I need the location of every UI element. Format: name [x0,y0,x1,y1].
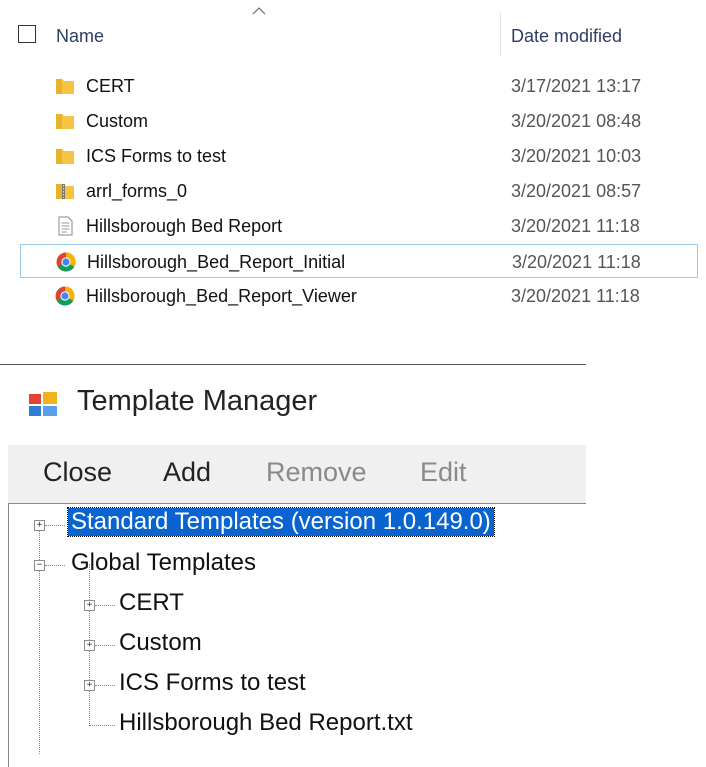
tree-node-standard-templates[interactable]: Standard Templates (version 1.0.149.0) [67,507,495,537]
tree-node-hillsborough-bed-report[interactable]: Hillsborough Bed Report.txt [119,709,412,737]
file-date: 3/20/2021 11:18 [512,252,641,272]
file-date: 3/17/2021 13:17 [511,76,642,96]
select-all-checkbox[interactable] [18,25,36,43]
window-title: Template Manager [77,385,318,417]
file-name: Hillsborough Bed Report [86,216,283,236]
template-manager-app-icon [29,392,57,416]
file-explorer-pane: Name Date modified CERT 3/17/2021 13:17 … [0,0,706,330]
expand-plus-icon[interactable]: + [84,600,95,611]
expand-plus-icon[interactable]: + [84,640,95,651]
file-name: ICS Forms to test [86,146,227,166]
remove-button[interactable]: Remove [266,457,367,488]
file-name: Hillsborough_Bed_Report_Viewer [86,286,357,306]
tree-node-ics-forms[interactable]: ICS Forms to test [119,669,306,697]
tree-connector [45,565,65,566]
file-name: Hillsborough_Bed_Report_Initial [87,252,346,272]
tree-connector [95,685,115,686]
file-date: 3/20/2021 08:48 [511,111,642,131]
toolbar: Close Add Remove Edit [8,445,586,503]
file-date: 3/20/2021 10:03 [511,146,642,166]
template-tree[interactable]: + Standard Templates (version 1.0.149.0)… [8,503,586,767]
tree-node-cert[interactable]: CERT [119,589,184,617]
tree-connector [45,525,65,526]
folder-icon [56,79,74,94]
file-row[interactable]: CERT 3/17/2021 13:17 [20,69,698,103]
column-separator[interactable] [500,12,501,56]
file-row[interactable]: Hillsborough_Bed_Report_Viewer 3/20/2021… [20,279,698,313]
file-name: arrl_forms_0 [86,181,188,201]
date-modified-column-header[interactable]: Date modified [511,26,622,47]
file-row[interactable]: Hillsborough Bed Report 3/20/2021 11:18 [20,209,698,243]
folder-icon [56,114,74,129]
file-row[interactable]: arrl_forms_0 3/20/2021 08:57 [20,174,698,208]
edit-button[interactable]: Edit [420,457,467,488]
template-manager-window: Template Manager Close Add Remove Edit +… [0,365,586,767]
file-name: CERT [86,76,135,96]
file-name: Custom [86,111,149,131]
text-file-icon [58,216,73,236]
name-column-header[interactable]: Name [56,26,104,47]
file-row-selected[interactable]: Hillsborough_Bed_Report_Initial 3/20/202… [20,244,698,278]
file-date: 3/20/2021 11:18 [511,216,640,236]
close-button[interactable]: Close [43,457,112,488]
chrome-icon [55,286,75,306]
file-date: 3/20/2021 11:18 [511,286,640,306]
file-row[interactable]: ICS Forms to test 3/20/2021 10:03 [20,139,698,173]
tree-connector [39,522,40,754]
sort-ascending-icon[interactable] [252,6,266,16]
chrome-icon [56,252,76,272]
tree-node-custom[interactable]: Custom [119,629,202,657]
expand-plus-icon[interactable]: + [84,680,95,691]
tree-node-global-templates[interactable]: Global Templates [71,549,256,577]
zip-folder-icon [56,184,74,199]
folder-icon [56,149,74,164]
file-row[interactable]: Custom 3/20/2021 08:48 [20,104,698,138]
tree-connector [89,725,115,726]
file-date: 3/20/2021 08:57 [511,181,642,201]
tree-connector [95,645,115,646]
expand-plus-icon[interactable]: + [34,520,45,531]
add-button[interactable]: Add [163,457,211,488]
tree-connector [95,605,115,606]
collapse-minus-icon[interactable]: − [34,560,45,571]
